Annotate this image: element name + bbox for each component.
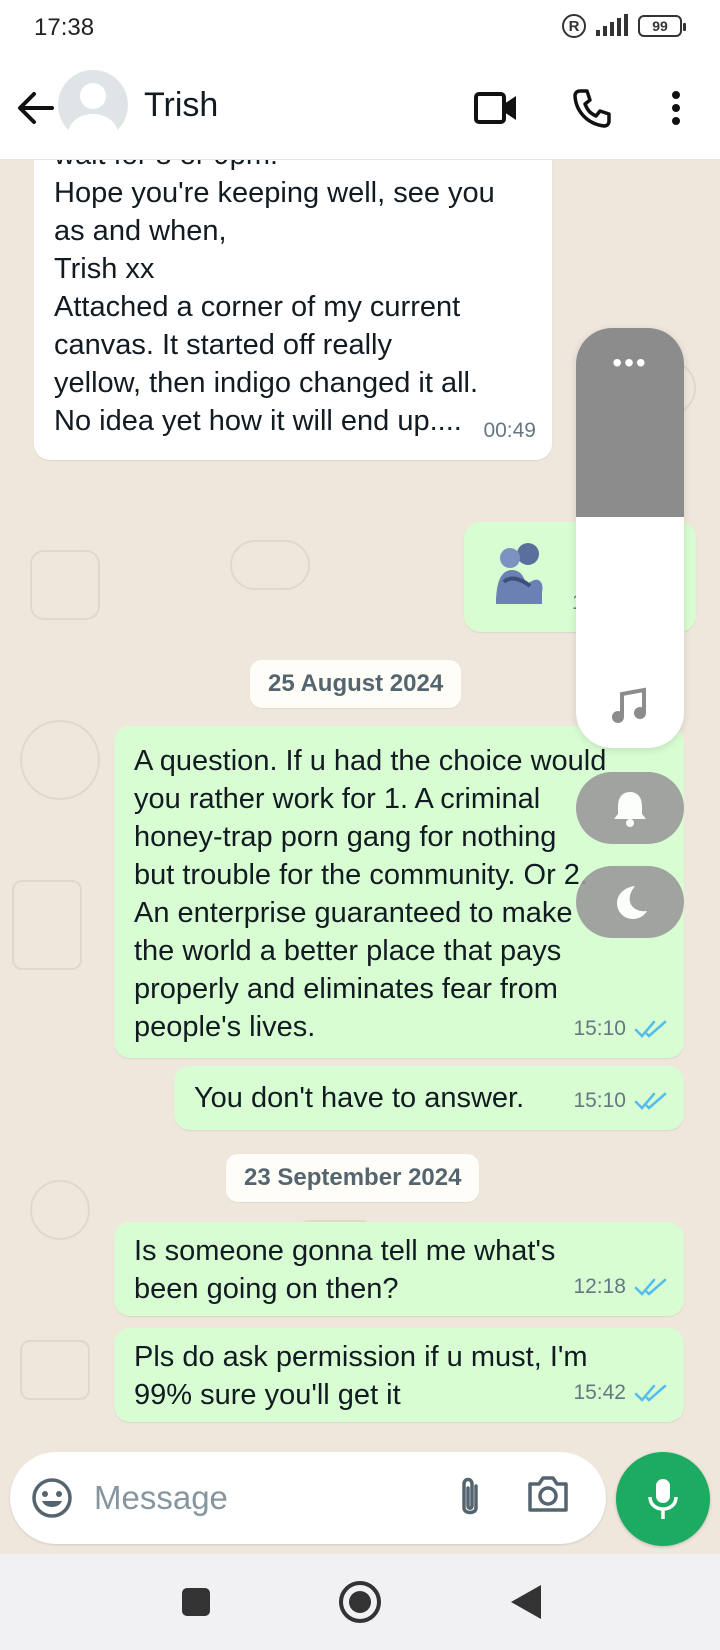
- wallpaper-doodle: [230, 540, 310, 590]
- mic-button[interactable]: [616, 1452, 710, 1546]
- battery-icon: 99: [638, 15, 686, 37]
- home-icon[interactable]: [334, 1576, 386, 1628]
- incoming-message[interactable]: wait for 8 or 9pm! Hope you're keeping w…: [34, 160, 552, 460]
- avatar-head: [80, 83, 106, 109]
- system-nav-bar: [0, 1554, 720, 1650]
- message-meta: 15:10: [573, 1082, 668, 1120]
- message-input[interactable]: [94, 1472, 424, 1524]
- signal-icon: [596, 14, 628, 36]
- avatar[interactable]: [58, 70, 128, 140]
- bell-icon: [614, 792, 646, 827]
- read-ticks-icon: [634, 1092, 667, 1110]
- message-meta: 00:49: [483, 412, 536, 450]
- wallpaper-doodle: [20, 1340, 90, 1400]
- read-ticks-icon: [634, 1384, 667, 1402]
- message-text: Hope you're keeping well, see you as and…: [54, 177, 495, 437]
- attach-icon[interactable]: [446, 1474, 494, 1522]
- back-arrow-icon[interactable]: [14, 86, 58, 130]
- status-bar: 17:38 R 99: [0, 0, 720, 56]
- music-note-icon: [610, 686, 650, 731]
- wallpaper-doodle: [30, 1180, 90, 1240]
- outgoing-message[interactable]: You don't have to answer. 15:10: [174, 1066, 684, 1130]
- message-text: You don't have to answer.: [194, 1082, 525, 1114]
- wallpaper-doodle: [12, 880, 82, 970]
- wallpaper-doodle: [20, 720, 100, 800]
- contact-name[interactable]: Trish: [144, 86, 218, 125]
- message-input-bar: [10, 1452, 606, 1544]
- moon-button[interactable]: [576, 866, 684, 938]
- bell-button[interactable]: [576, 772, 684, 844]
- camera-icon[interactable]: [526, 1474, 578, 1522]
- emoji-icon[interactable]: [30, 1476, 74, 1520]
- message-time: 15:10: [573, 1017, 626, 1040]
- volume-panel[interactable]: •••: [576, 328, 684, 748]
- read-ticks-icon: [634, 1278, 667, 1296]
- avatar-body: [68, 114, 118, 140]
- back-triangle-icon[interactable]: [500, 1576, 552, 1628]
- outgoing-message[interactable]: Pls do ask permission if u must, I'm 99%…: [114, 1328, 684, 1422]
- message-text-partial: wait for 8 or 9pm!: [54, 160, 278, 174]
- message-time: 00:49: [483, 419, 536, 442]
- recent-apps-icon[interactable]: [170, 1576, 222, 1628]
- read-ticks-icon: [634, 1020, 667, 1038]
- mic-icon: [648, 1479, 678, 1519]
- message-meta: 15:10: [573, 1010, 668, 1048]
- date-chip: 25 August 2024: [250, 660, 462, 708]
- message-meta: 12:18: [573, 1268, 668, 1306]
- message-meta: 15:42: [573, 1374, 668, 1412]
- moon-icon: [617, 886, 647, 919]
- wallpaper-doodle: [30, 550, 100, 620]
- message-time: 12:18: [573, 1275, 626, 1298]
- status-icons: R 99: [562, 14, 686, 38]
- status-time: 17:38: [34, 14, 95, 41]
- message-time: 15:10: [573, 1089, 626, 1112]
- registered-icon: R: [562, 14, 586, 38]
- date-chip: 23 September 2024: [226, 1154, 480, 1202]
- phone-icon[interactable]: [566, 82, 618, 134]
- chat-header: Trish: [0, 56, 720, 160]
- hug-emoji-icon: [490, 540, 546, 618]
- panel-more-dots[interactable]: •••: [576, 349, 684, 377]
- outgoing-message[interactable]: Is someone gonna tell me what's been goi…: [114, 1222, 684, 1316]
- video-call-icon[interactable]: [470, 82, 522, 134]
- more-vert-icon[interactable]: [650, 82, 702, 134]
- message-time: 15:42: [573, 1381, 626, 1404]
